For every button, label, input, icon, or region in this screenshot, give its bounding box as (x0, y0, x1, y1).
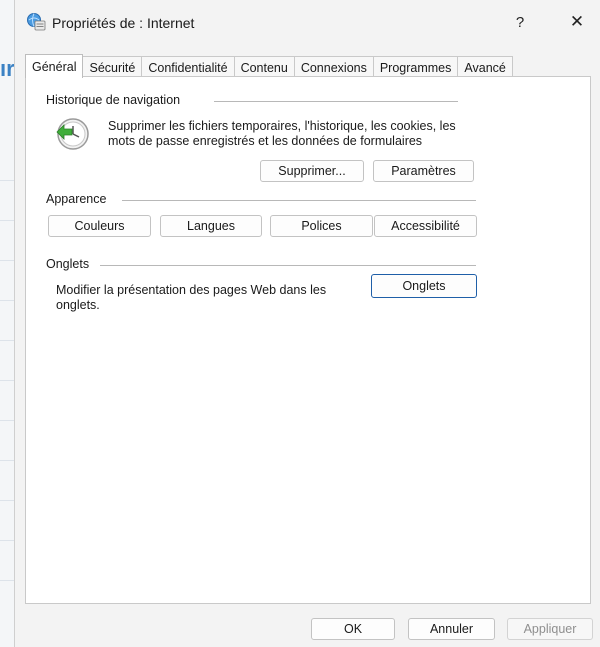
tabs-settings-button[interactable]: Onglets (371, 274, 477, 298)
background-divider (0, 420, 14, 421)
general-tab-panel: Historique de navigation Supprimer les f… (25, 76, 591, 604)
tab-security[interactable]: Sécurité (82, 56, 143, 78)
tabs-description-line: onglets. (56, 298, 100, 312)
tabs-description: Modifier la présentation des pages Web d… (56, 283, 356, 313)
tab-advanced[interactable]: Avancé (457, 56, 513, 78)
background-divider (0, 260, 14, 261)
history-description-line: mots de passe enregistrés et les données… (108, 134, 423, 148)
tab-bar: Général Sécurité Confidentialité Contenu… (25, 54, 513, 78)
tab-privacy[interactable]: Confidentialité (141, 56, 235, 78)
background-divider (0, 460, 14, 461)
ok-button[interactable]: OK (311, 618, 395, 640)
tabs-group-label: Onglets (46, 257, 90, 271)
background-divider (0, 300, 14, 301)
tabs-group-divider (100, 265, 476, 266)
background-divider (0, 220, 14, 221)
internet-options-icon (27, 13, 46, 31)
apply-button[interactable]: Appliquer (507, 618, 593, 640)
history-description: Supprimer les fichiers temporaires, l'hi… (108, 119, 488, 149)
internet-properties-dialog: Propriétés de : Internet ? ✕ Général Séc… (14, 0, 600, 647)
delete-history-button[interactable]: Supprimer... (260, 160, 364, 182)
background-app-strip: ır (0, 0, 15, 647)
languages-button[interactable]: Langues (160, 215, 262, 237)
history-clock-icon (56, 118, 89, 150)
background-divider (0, 180, 14, 181)
background-divider (0, 500, 14, 501)
colors-button[interactable]: Couleurs (48, 215, 151, 237)
appearance-group-label: Apparence (46, 192, 107, 206)
close-button[interactable]: ✕ (560, 8, 594, 36)
help-button[interactable]: ? (503, 8, 537, 36)
background-divider (0, 340, 14, 341)
title-bar[interactable]: Propriétés de : Internet ? ✕ (15, 0, 600, 44)
cancel-button[interactable]: Annuler (408, 618, 495, 640)
tab-content[interactable]: Contenu (233, 56, 295, 78)
appearance-group-divider (122, 200, 476, 201)
background-divider (0, 540, 14, 541)
background-divider (0, 580, 14, 581)
history-group-divider (214, 101, 458, 102)
tabs-description-line: Modifier la présentation des pages Web d… (56, 283, 327, 297)
background-app-glyph: ır (0, 56, 15, 81)
tab-programs[interactable]: Programmes (372, 56, 459, 78)
history-group-label: Historique de navigation (46, 93, 181, 107)
history-settings-button[interactable]: Paramètres (373, 160, 474, 182)
tab-connections[interactable]: Connexions (293, 56, 374, 78)
tab-general[interactable]: Général (25, 54, 84, 78)
fonts-button[interactable]: Polices (270, 215, 373, 237)
accessibility-button[interactable]: Accessibilité (374, 215, 477, 237)
history-description-line: Supprimer les fichiers temporaires, l'hi… (108, 119, 456, 133)
background-divider (0, 380, 14, 381)
window-title: Propriétés de : Internet (52, 15, 195, 31)
